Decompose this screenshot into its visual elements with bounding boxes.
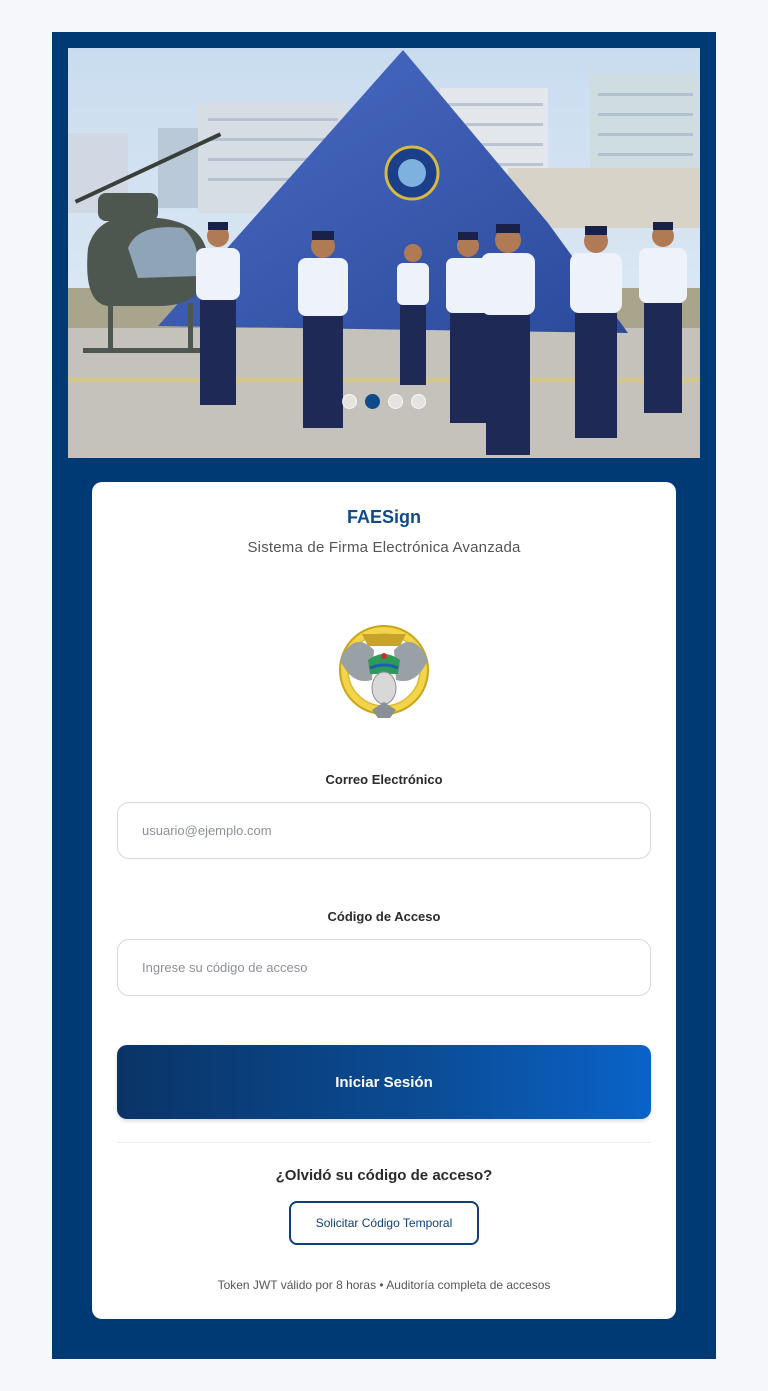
forgot-code-text: ¿Olvidó su código de acceso? (275, 1167, 493, 1184)
carousel-dot[interactable] (342, 394, 357, 409)
access-code-label: Código de Acceso (327, 909, 441, 924)
carousel-indicators (68, 394, 700, 409)
carousel-dot[interactable] (388, 394, 403, 409)
app-subtitle: Sistema de Firma Electrónica Avanzada (247, 539, 521, 556)
app-title: FAESign (346, 507, 421, 527)
divider (117, 1142, 651, 1143)
login-panel: FAESign Sistema de Firma Electrónica Ava… (52, 32, 716, 1359)
carousel-dot-active[interactable] (365, 394, 380, 409)
security-footer-text: Token JWT válido por 8 horas • Auditoría… (217, 1278, 551, 1292)
fae-eagle-emblem-icon (339, 625, 429, 718)
request-temp-code-button[interactable]: Solicitar Código Temporal (289, 1201, 479, 1245)
login-card: FAESign Sistema de Firma Electrónica Ava… (92, 482, 676, 1319)
hero-carousel[interactable] (68, 48, 700, 458)
email-input[interactable] (117, 802, 651, 859)
carousel-dot[interactable] (411, 394, 426, 409)
access-code-input[interactable] (117, 939, 651, 996)
login-button[interactable]: Iniciar Sesión (117, 1045, 651, 1119)
email-label: Correo Electrónico (325, 772, 443, 787)
